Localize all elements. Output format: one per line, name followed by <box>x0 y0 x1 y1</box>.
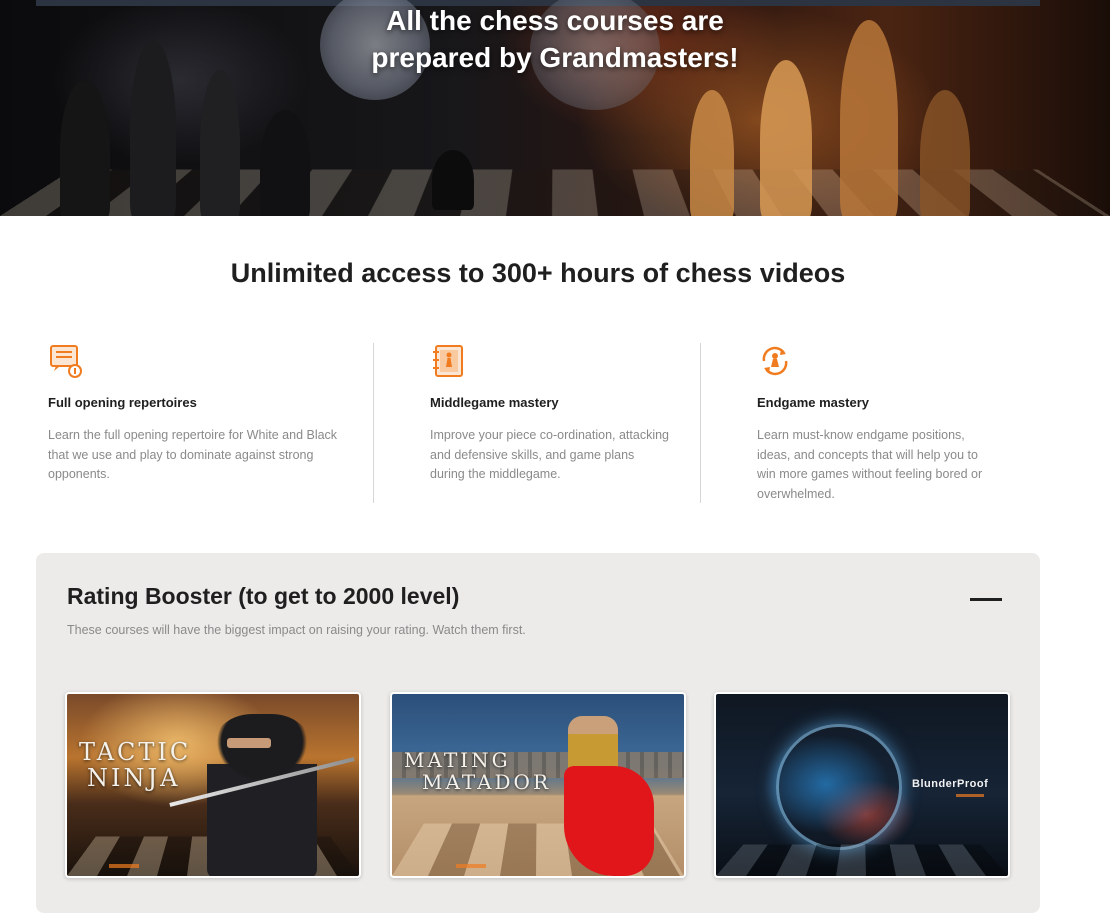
hero-title-line1: All the chess courses are <box>386 5 724 36</box>
chess-piece <box>60 80 110 216</box>
course-card-blunderproof[interactable]: BlunderProof <box>714 692 1010 878</box>
course-title-line1: MATING <box>404 748 511 772</box>
feature-opening: Full opening repertoires Learn the full … <box>36 343 373 503</box>
section-title: Unlimited access to 300+ hours of chess … <box>230 258 846 288</box>
brand-logo <box>956 794 984 797</box>
feature-text: Improve your piece co-ordination, attack… <box>430 428 670 481</box>
course-thumbnail: TACTIC NINJA <box>67 694 359 876</box>
rating-booster-panel: Rating Booster (to get to 2000 level) Th… <box>36 553 1040 913</box>
chess-piece <box>432 150 474 210</box>
cycle-pawn-icon <box>762 346 788 376</box>
course-card-tactic-ninja[interactable]: TACTIC NINJA <box>65 692 361 878</box>
collapse-button[interactable] <box>966 589 1006 609</box>
feature-title: Endgame mastery <box>757 395 869 410</box>
notebook-pawn-icon <box>433 345 463 377</box>
energy-ring <box>776 724 902 850</box>
course-title: BlunderProof <box>912 778 989 790</box>
chess-piece <box>690 90 734 216</box>
course-card-mating-matador[interactable]: MATING MATADOR <box>390 692 686 878</box>
feature-middlegame: Middlegame mastery Improve your piece co… <box>373 343 701 503</box>
minus-icon <box>970 598 1002 601</box>
ninja-eyes <box>227 738 271 748</box>
opening-book-icon <box>50 345 82 378</box>
course-thumbnail: BlunderProof <box>716 694 1008 876</box>
red-cape <box>564 766 654 876</box>
chess-piece <box>920 90 970 216</box>
feature-title: Full opening repertoires <box>48 395 197 410</box>
brand-logo <box>456 864 486 868</box>
panel-subtitle: These courses will have the biggest impa… <box>67 623 526 637</box>
hero-banner: All the chess courses are prepared by Gr… <box>0 0 1110 216</box>
course-title-line2: NINJA <box>87 764 181 792</box>
course-title-line2: MATADOR <box>422 770 552 794</box>
panel-title: Rating Booster (to get to 2000 level) <box>67 583 460 609</box>
hero-title-line2: prepared by Grandmasters! <box>371 42 739 73</box>
chess-piece <box>200 70 240 216</box>
chess-piece <box>760 60 812 216</box>
brand-logo <box>109 864 139 868</box>
feature-endgame: Endgame mastery Learn must-know endgame … <box>700 343 1031 503</box>
hero-title: All the chess courses are prepared by Gr… <box>0 2 1110 76</box>
course-title-line1: TACTIC <box>79 738 192 766</box>
chessboard-floor <box>716 844 1008 876</box>
feature-text: Learn the full opening repertoire for Wh… <box>48 428 338 481</box>
chess-piece <box>260 110 310 216</box>
feature-text: Learn must-know endgame positions, ideas… <box>757 428 983 501</box>
course-thumbnail: MATING MATADOR <box>392 694 684 876</box>
feature-title: Middlegame mastery <box>430 395 559 410</box>
feature-list: Full opening repertoires Learn the full … <box>36 343 1040 503</box>
